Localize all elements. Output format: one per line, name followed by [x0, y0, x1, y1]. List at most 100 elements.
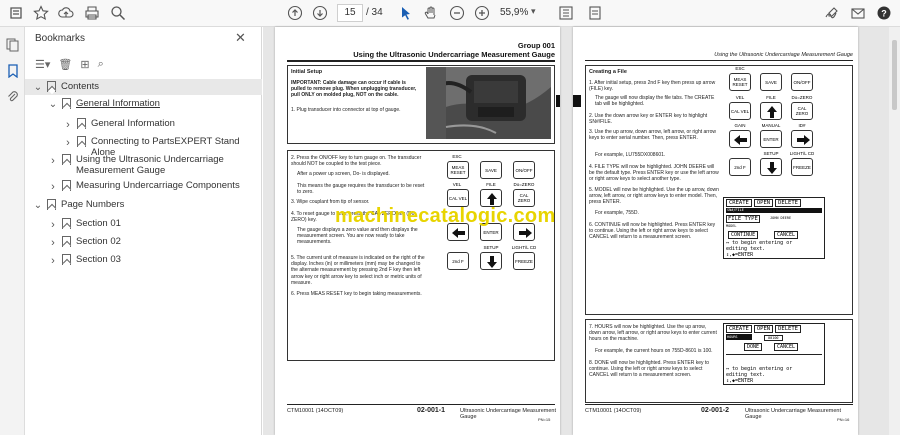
attachment-icon[interactable] — [4, 88, 21, 105]
footer-code: 02-001-1 — [417, 407, 446, 414]
r-step-1: 1. After initial setup, press 2nd F key … — [589, 80, 716, 93]
chevron-right-icon[interactable]: › — [48, 255, 58, 267]
chevron-right-icon[interactable]: › — [48, 219, 58, 231]
close-icon[interactable]: ✕ — [235, 30, 246, 46]
bookmark-item[interactable]: › Section 03 — [25, 252, 262, 268]
bookmark-item[interactable]: › Section 01 — [25, 216, 262, 232]
down-arrow-key — [480, 252, 502, 270]
r-gain-label: GAIN — [734, 123, 746, 128]
r-footer-ctm: CTM10001 (14OCT09) — [585, 408, 642, 414]
chevron-right-icon[interactable]: › — [63, 119, 73, 131]
lcd2-tab-delete: DELETE — [775, 325, 801, 333]
bookmark-label: General Information — [91, 118, 175, 129]
new-bookmark-icon[interactable]: ⊞ — [80, 56, 89, 72]
bookmark-item[interactable]: › Using the Ultrasonic Undercarriage Meas… — [25, 152, 262, 176]
watermark-text: machinecatalogic.com — [335, 205, 556, 227]
chevron-down-icon[interactable]: ⌄ — [33, 200, 43, 211]
creating-heading: Creating a File — [589, 69, 627, 75]
chevron-right-icon[interactable]: › — [48, 181, 58, 193]
r-right-arrow-key — [791, 130, 813, 148]
options-icon[interactable]: ☰▾ — [35, 56, 50, 72]
prev-page-icon[interactable] — [285, 4, 305, 22]
search-icon[interactable] — [108, 4, 128, 22]
select-cursor-icon[interactable] — [396, 4, 416, 22]
right-footer-rule — [585, 404, 853, 405]
r-step-8: 8. DONE will now be highlighted. Press E… — [589, 360, 710, 379]
bookmark-icon — [62, 98, 71, 109]
scrollbar-thumb[interactable] — [892, 40, 897, 110]
bookmark-item[interactable]: ⌄ Contents — [25, 79, 262, 95]
zoom-level[interactable]: 55,9% — [500, 7, 528, 18]
thumbnails-icon[interactable] — [4, 36, 21, 53]
zoom-in-icon[interactable] — [472, 4, 492, 22]
lcd-file-type-val: JOHN DEERE — [770, 216, 792, 220]
light-label: LIGHT/L CD — [511, 245, 537, 250]
bookmark-label: Section 03 — [76, 254, 121, 265]
zoom-dropdown-icon[interactable]: ▾ — [531, 6, 536, 17]
upload-icon[interactable] — [56, 4, 76, 22]
r-left-arrow-key — [729, 130, 751, 148]
chevron-right-icon[interactable]: › — [48, 237, 58, 249]
bookmark-label: Contents — [61, 81, 100, 92]
scroll-mode-icon[interactable] — [585, 4, 605, 22]
step-1: 1. Plug transducer into connector at top… — [291, 107, 401, 113]
star-icon[interactable] — [31, 4, 51, 22]
bookmark-item[interactable]: ⌄ General Information — [25, 96, 262, 112]
lcd-tab-delete: DELETE — [775, 199, 801, 207]
bookmark-label: Section 02 — [76, 236, 121, 247]
lcd-hint-3: ↕,◆=ENTER — [726, 252, 754, 258]
delete-icon[interactable]: 🗑 — [58, 56, 72, 72]
on-off-key: ON/OFF — [513, 161, 535, 179]
chevron-right-icon[interactable]: › — [63, 137, 73, 149]
lcd2-hint-3: ↕,◆=ENTER — [726, 378, 754, 384]
email-icon[interactable] — [848, 4, 868, 22]
r-setup-label: SETUP — [763, 151, 779, 156]
chevron-down-icon[interactable]: ⌄ — [33, 82, 43, 93]
r-step-7b: For example, the current hours on 755D-8… — [595, 348, 713, 354]
lcd2-hours-val: 00100 — [764, 335, 783, 341]
bookmark-item[interactable]: ⌄ Page Numbers — [25, 197, 262, 213]
document-viewer[interactable]: Group 001 Using the Ultrasonic Undercarr… — [263, 27, 900, 435]
r-save-key: SAVE — [760, 73, 782, 91]
chevron-down-icon[interactable]: ⌄ — [48, 99, 58, 110]
bookmark-item[interactable]: › Connecting to PartsEXPERT Stand Alone — [25, 134, 262, 158]
r-meas-reset-key: MEAS RESET — [729, 73, 751, 91]
lcd2-tab-open: OPEN — [753, 325, 774, 333]
bookmark-icon — [62, 254, 71, 265]
r-vel-label: VEL — [735, 95, 745, 100]
hand-tool-icon[interactable] — [421, 4, 441, 22]
lcd2-tab-create: CREATE — [726, 325, 752, 333]
vel-label: VEL — [452, 182, 462, 187]
r-id-label: ID# — [798, 123, 806, 128]
bookmark-icon — [47, 81, 56, 92]
next-page-icon[interactable] — [310, 4, 330, 22]
chevron-right-icon[interactable]: › — [48, 155, 58, 167]
panel-title: Bookmarks — [35, 33, 86, 44]
navigation-rail — [0, 27, 25, 435]
group-label: Group 001 — [517, 41, 555, 50]
file-label: FILE — [486, 182, 496, 187]
print-icon[interactable] — [82, 4, 102, 22]
lcd-hours-screen: CREATE OPEN DELETE HOURS 00100 DONE CANC… — [723, 323, 825, 385]
r-footer-code: 02-001-2 — [701, 407, 730, 414]
lcd-tab-create: CREATE — [726, 199, 752, 207]
zoom-out-icon[interactable] — [447, 4, 467, 22]
home-icon[interactable] — [6, 4, 26, 22]
sign-icon[interactable] — [822, 4, 842, 22]
page-total: / 34 — [366, 7, 383, 18]
bookmark-item[interactable]: › Section 02 — [25, 234, 262, 250]
find-bookmark-icon[interactable]: ⌕ — [98, 56, 104, 72]
r-step-5b: For example, 755D. — [595, 210, 639, 216]
bookmark-panel-icon[interactable] — [4, 62, 21, 79]
bookmark-item[interactable]: › General Information — [25, 116, 262, 132]
lcd-continue: CONTINUE — [728, 231, 759, 239]
page-number-input[interactable]: 15 — [337, 4, 363, 22]
bookmark-item[interactable]: › Measuring Undercarriage Components — [25, 178, 262, 194]
step-4b: The gauge displays a zero value and then… — [297, 227, 418, 246]
r-light-label: LIGHT/L CD — [789, 151, 815, 156]
r-file-label: FILE — [766, 95, 776, 100]
fit-page-icon[interactable] — [556, 4, 576, 22]
freeze-key: FREEZE — [513, 252, 535, 270]
page-edge-tab-right — [573, 95, 581, 107]
help-icon[interactable]: ? — [874, 4, 894, 22]
